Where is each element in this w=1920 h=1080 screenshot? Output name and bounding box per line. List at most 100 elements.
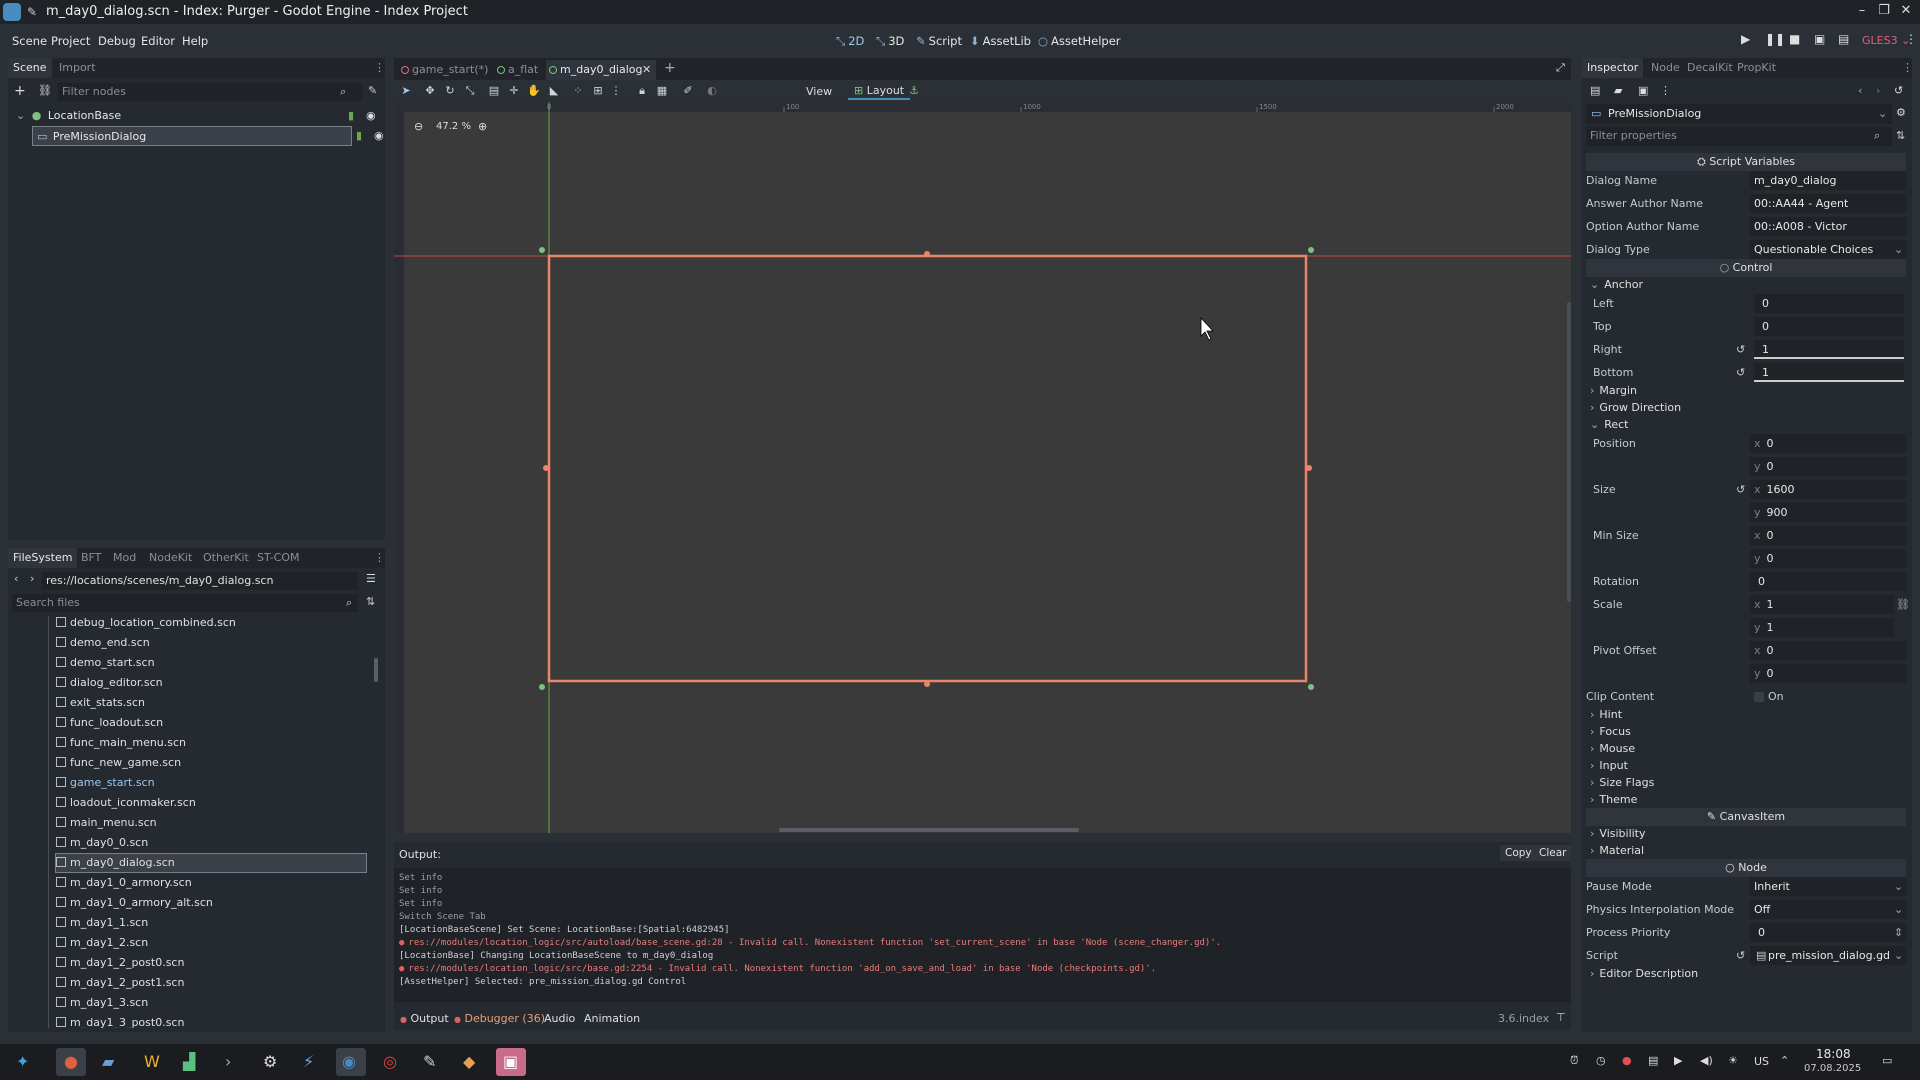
sort-icon[interactable]: ⇅ <box>366 595 375 608</box>
smart-snap-icon[interactable]: ⁘ <box>570 83 586 99</box>
tab-st-com[interactable]: ST-COM <box>252 548 305 568</box>
dialog-type-select[interactable]: Questionable Choices <box>1750 240 1906 259</box>
anchor-bottom-field[interactable]: 1 <box>1754 363 1904 382</box>
taskbar-app-godot[interactable]: ◉ <box>336 1048 366 1076</box>
tab-node[interactable]: Node <box>1646 58 1685 78</box>
show-desktop-icon[interactable]: ▭ <box>1882 1054 1892 1067</box>
snap-options-icon[interactable]: ⋮ <box>608 83 624 99</box>
file-item[interactable]: m_day1_1.scn <box>56 914 148 932</box>
camera-override-icon[interactable]: ◐ <box>704 83 720 99</box>
tab-import[interactable]: Import <box>54 58 101 78</box>
prop-size-y[interactable]: y 900 <box>1586 503 1906 523</box>
group-hint[interactable]: › Hint <box>1590 706 1622 723</box>
taskbar-app-game[interactable]: ◆ <box>456 1048 486 1076</box>
position-x-field[interactable]: x0 <box>1750 434 1906 453</box>
lock-icon[interactable]: 🔒︎ <box>634 83 650 99</box>
taskbar-app-office[interactable]: W <box>136 1048 166 1076</box>
file-item[interactable]: func_loadout.scn <box>56 714 163 732</box>
tab-mod[interactable]: Mod <box>108 548 141 568</box>
anchor-right-field[interactable]: 1 <box>1754 340 1904 359</box>
group-grow-direction[interactable]: › Grow Direction <box>1590 399 1681 416</box>
tab-audio[interactable]: Audio <box>544 1012 575 1025</box>
taskbar-app-monitor[interactable]: ▟ <box>176 1048 206 1076</box>
skeleton-icon[interactable]: ✐ <box>680 83 696 99</box>
size-x-field[interactable]: x 1600 <box>1750 480 1906 499</box>
tab-bft[interactable]: BFT <box>76 548 106 568</box>
option-author-field[interactable]: 00::A008 - Victor <box>1750 217 1906 236</box>
process-priority-field[interactable]: 0 <box>1750 923 1906 942</box>
tray-app-icon[interactable]: ● <box>1622 1054 1632 1067</box>
play-scene-icon[interactable]: ▣ <box>1814 32 1825 46</box>
group-visibility[interactable]: › Visibility <box>1590 825 1646 842</box>
prop-min-size-y[interactable]: y0 <box>1586 549 1906 569</box>
select-tool-icon[interactable]: ➤ <box>398 83 414 99</box>
taskbar-app-terminal[interactable]: › <box>216 1048 246 1076</box>
prop-position-x[interactable]: Position x 0 <box>1586 434 1906 454</box>
section-node[interactable]: ○ Node <box>1586 859 1906 877</box>
file-item[interactable]: m_day1_0_armory_alt.scn <box>56 894 213 912</box>
group-icon[interactable]: ▦ <box>654 83 670 99</box>
distraction-free-icon[interactable]: ⤢ <box>1556 61 1565 75</box>
clock-time[interactable]: 18:08 <box>1816 1047 1851 1061</box>
section-canvasitem[interactable]: ✎ CanvasItem <box>1586 808 1906 826</box>
taskbar-app-browser[interactable]: ● <box>56 1048 86 1076</box>
file-item[interactable]: game_start.scn <box>56 774 155 792</box>
revert-icon[interactable]: ↺ <box>1736 480 1745 500</box>
stop-icon[interactable]: ■ <box>1789 32 1800 46</box>
menu-help[interactable]: Help <box>182 34 208 48</box>
dock-menu-icon[interactable]: ⋮ <box>1902 61 1913 74</box>
workspace-3d[interactable]: ⤡ 3D <box>876 34 904 49</box>
file-item[interactable]: m_day1_2_post0.scn <box>56 954 184 972</box>
play-icon[interactable]: ▶ <box>1741 32 1750 46</box>
group-input[interactable]: › Input <box>1590 757 1628 774</box>
min-size-y-field[interactable]: y0 <box>1750 549 1906 568</box>
history-icon[interactable]: ↺ <box>1894 84 1903 97</box>
scene-tab-game-start[interactable]: game_start(*) <box>398 60 488 80</box>
scene-tab-a-flat[interactable]: a_flat <box>494 60 540 80</box>
script-icon[interactable]: ▮ <box>356 126 362 146</box>
dock-menu-icon[interactable]: ⋮ <box>374 551 385 564</box>
history-back-icon[interactable]: ‹ <box>1858 84 1862 97</box>
tab-filesystem[interactable]: FileSystem <box>8 548 78 568</box>
taskbar-app-files[interactable]: ▰ <box>96 1048 126 1076</box>
section-script-variables[interactable]: ⛭ Script Variables <box>1586 153 1906 171</box>
ruler-tool-icon[interactable]: ◣ <box>546 83 562 99</box>
visibility-eye-icon[interactable]: ◉ <box>374 126 384 146</box>
prop-anchor-bottom[interactable]: Bottom ↺ 1 <box>1586 363 1906 383</box>
file-item[interactable]: m_day1_3_post0.scn <box>56 1014 184 1028</box>
file-item[interactable]: main_menu.scn <box>56 814 157 832</box>
clipboard-icon[interactable]: ▤ <box>1648 1054 1658 1067</box>
open-resource-icon[interactable]: ▰ <box>1614 84 1622 97</box>
prop-anchor-top[interactable]: Top 0 <box>1586 317 1906 337</box>
dock-menu-icon[interactable]: ⋮ <box>374 61 385 74</box>
workspace-2d[interactable]: ⤡ 2D <box>836 34 864 49</box>
file-item[interactable]: loadout_iconmaker.scn <box>56 794 196 812</box>
anchor-left-field[interactable]: 0 <box>1754 294 1904 313</box>
file-item[interactable]: exit_stats.scn <box>56 694 145 712</box>
tab-otherkit[interactable]: OtherKit <box>198 548 254 568</box>
file-item[interactable]: m_day1_0_armory.scn <box>56 874 192 892</box>
start-menu-icon[interactable]: ✦ <box>16 1052 29 1071</box>
tab-debugger[interactable]: ● Debugger (36) <box>454 1012 545 1025</box>
prop-clip-content[interactable]: Clip Content On <box>1586 687 1906 707</box>
prop-anchor-left[interactable]: Left 0 <box>1586 294 1906 314</box>
position-y-field[interactable]: y0 <box>1750 457 1906 476</box>
script-icon[interactable]: ▮ <box>348 106 354 126</box>
taskbar-app-editor[interactable]: ⚡ <box>296 1048 326 1076</box>
physics-interp-select[interactable]: Off <box>1750 900 1906 919</box>
taskbar-app-steam[interactable]: ⚙ <box>256 1048 286 1076</box>
link-scale-icon[interactable]: ⛓ <box>1896 595 1910 615</box>
prop-pivot-y[interactable]: y0 <box>1586 664 1906 684</box>
new-resource-icon[interactable]: ▤ <box>1590 84 1600 97</box>
close-icon[interactable]: ✕ <box>1898 3 1914 19</box>
scale-y-field[interactable]: y1 <box>1750 618 1894 637</box>
group-theme[interactable]: › Theme <box>1590 791 1637 808</box>
tree-node-locationbase[interactable]: ⌄ ● LocationBase ▮ ◉ <box>8 106 385 126</box>
section-control[interactable]: ○ Control <box>1586 259 1906 277</box>
file-item[interactable]: m_day1_2.scn <box>56 934 148 952</box>
scale-x-field[interactable]: x1 <box>1750 595 1894 614</box>
min-size-x-field[interactable]: x0 <box>1750 526 1906 545</box>
clip-checkbox[interactable] <box>1754 692 1764 702</box>
anchor-top-field[interactable]: 0 <box>1754 317 1904 336</box>
play-custom-icon[interactable]: ▤ <box>1838 32 1849 46</box>
